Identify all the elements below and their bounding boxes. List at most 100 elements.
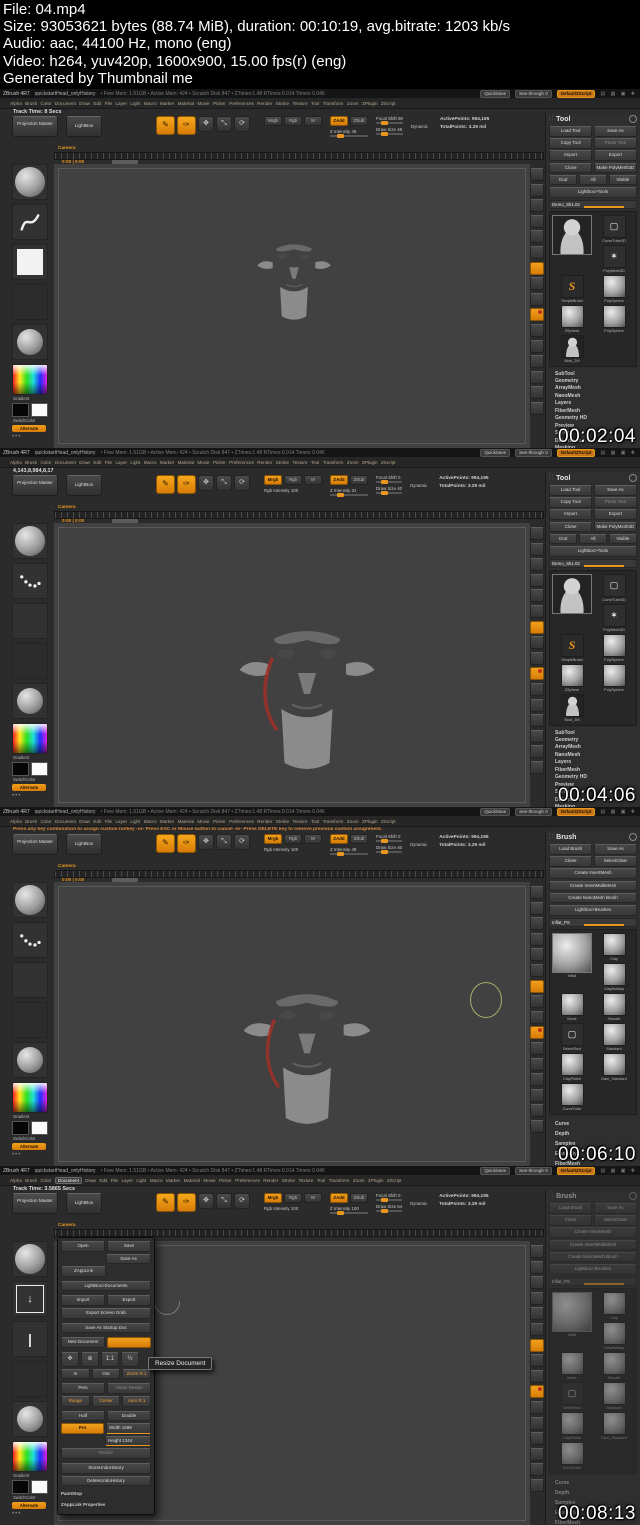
scale-icon[interactable] — [530, 401, 544, 415]
range-button[interactable]: Range — [61, 1395, 90, 1407]
transp-icon[interactable] — [530, 1400, 544, 1414]
lightbox-brushes-button[interactable]: Lightbox>Brushes — [549, 1263, 637, 1275]
zsub-button[interactable]: ZSub — [350, 1193, 368, 1203]
focal-shift-slider[interactable]: Focal Shift 0 — [376, 1193, 402, 1198]
copy-tool-button[interactable]: Copy Tool — [549, 138, 593, 149]
create-nanomesh-brush-button[interactable]: Create NanoMesh Brush — [549, 1251, 637, 1263]
current-stroke-thumbnail[interactable]: ↓ — [12, 1281, 48, 1317]
xpose-icon[interactable] — [530, 714, 544, 728]
make-polymesh3d-button[interactable]: Make PolyMesh3D — [593, 521, 637, 533]
lightbox-button[interactable]: LightBox — [66, 834, 102, 855]
save-as-button[interactable]: Save As — [593, 844, 637, 855]
brush-item-smooth[interactable]: Smooth — [594, 1351, 634, 1380]
floor-icon[interactable] — [530, 261, 544, 275]
document-menu-item[interactable] — [108, 1266, 151, 1275]
clone-button[interactable]: Clone — [549, 162, 593, 174]
default-zscript-button[interactable]: DefaultZScript — [556, 448, 596, 457]
zsub-button[interactable]: ZSub — [350, 834, 368, 844]
palette-menu-icon[interactable] — [629, 1192, 637, 1200]
xpose-icon[interactable] — [530, 1432, 544, 1446]
menu-item[interactable]: Material — [178, 101, 194, 106]
current-stroke-thumbnail[interactable] — [12, 922, 48, 958]
pro-toggle[interactable]: Pro — [61, 1423, 104, 1434]
dynamic-toggle[interactable]: Dynamic — [410, 842, 427, 847]
menu-item[interactable]: Alpha — [10, 101, 22, 106]
paintstop-menu-item[interactable]: PaintStop — [61, 1490, 151, 1499]
tool-item-polysphere2[interactable]: PolySphere — [594, 663, 634, 692]
zapplink-properties-menu-item[interactable]: ZAppLink Properties — [61, 1501, 151, 1510]
solo-icon[interactable] — [530, 667, 544, 681]
move-button[interactable]: ✥ — [198, 475, 214, 491]
create-insertmesh-button[interactable]: Create InsertMesh — [549, 1227, 637, 1238]
current-texture-thumbnail[interactable] — [12, 1002, 48, 1038]
load-brush-button[interactable]: Load Brush — [549, 1203, 593, 1214]
menu-item[interactable]: ZPlugin — [362, 101, 378, 106]
menu-item[interactable]: Material — [184, 1178, 200, 1183]
draw-size-track[interactable] — [376, 132, 403, 136]
pers-button[interactable]: Pers — [61, 1383, 105, 1394]
lightbox-button[interactable]: LightBox — [66, 116, 102, 137]
focal-shift-track[interactable] — [376, 121, 403, 125]
tool-item-bust2[interactable]: Bust_2M — [552, 693, 592, 722]
tool-subpalette-header[interactable]: Layers — [549, 759, 637, 766]
tool-item-bust2[interactable]: Bust_2M — [552, 334, 592, 363]
actual-icon[interactable] — [530, 214, 544, 228]
move-icon[interactable] — [530, 1104, 544, 1118]
menu-item[interactable]: Material — [178, 460, 194, 465]
titlebar-window-icons[interactable]: ▤ ▦ ▣ ✚ — [600, 1168, 637, 1174]
draw-size-track[interactable] — [376, 1209, 403, 1213]
dynamic-toggle[interactable]: Dynamic — [411, 124, 428, 129]
menu-item[interactable]: Marker — [166, 1178, 180, 1183]
menu-item[interactable]: Zoom — [353, 1178, 365, 1183]
move-icon[interactable] — [530, 745, 544, 759]
persp-icon[interactable] — [530, 1322, 544, 1336]
dynamic-toggle[interactable]: Dynamic — [410, 483, 427, 488]
m-button[interactable]: M — [304, 834, 322, 844]
brush-item-standard[interactable]: Standard — [594, 1022, 634, 1051]
palette-menu-icon[interactable] — [629, 115, 637, 123]
brush-item-clay[interactable]: Clay — [594, 1291, 634, 1320]
draw-size-slider[interactable]: Draw Size 40 — [376, 486, 402, 491]
menu-item[interactable]: Edit — [93, 819, 101, 824]
frame-icon[interactable] — [530, 1088, 544, 1102]
scale-button[interactable]: ⤡ — [216, 1193, 232, 1209]
zsub-button[interactable]: ZSub — [350, 116, 368, 126]
current-stroke-thumbnail[interactable] — [12, 563, 48, 599]
auto-r1-button[interactable]: Auto R.1 — [122, 1395, 152, 1407]
menu-item[interactable]: Alpha — [10, 819, 22, 824]
draw-size-track[interactable] — [376, 491, 403, 495]
projection-master-button[interactable]: Projection Master — [12, 475, 58, 496]
menu-item[interactable]: File — [105, 101, 112, 106]
draw-size-track[interactable] — [376, 850, 403, 854]
save-as-button[interactable]: Save As — [593, 1203, 637, 1214]
rgb-button[interactable]: Rgb — [284, 834, 302, 844]
menu-item[interactable]: Stroke — [276, 460, 289, 465]
make-polymesh3d-button[interactable]: Make PolyMesh3D — [593, 162, 637, 174]
focal-shift-slider[interactable]: Focal Shift 98 — [376, 116, 403, 121]
doc-open-button[interactable]: Open — [61, 1241, 105, 1252]
menu-item[interactable]: Movie — [203, 1178, 215, 1183]
quicksave-button[interactable]: QuickSave — [480, 89, 511, 98]
secondary-color-swatch[interactable] — [31, 1480, 48, 1494]
create-nanomesh-brush-button[interactable]: Create NanoMesh Brush — [549, 892, 637, 904]
brush-item-clay[interactable]: Clay — [594, 932, 634, 961]
menu-item[interactable]: Edit — [99, 1178, 107, 1183]
menu-item[interactable]: Preferences — [235, 1178, 260, 1183]
menu-item[interactable]: Material — [178, 819, 194, 824]
draw-size-slider[interactable]: Draw Size 64 — [376, 1204, 402, 1209]
edit-button[interactable]: ✎ — [156, 1193, 175, 1212]
transp-icon[interactable] — [530, 1041, 544, 1055]
dynamic-toggle[interactable]: Dynamic — [410, 1201, 427, 1206]
local-icon[interactable] — [530, 636, 544, 650]
z-intensity-slider[interactable]: Z Intensity 48 — [330, 847, 368, 852]
document-menu-item[interactable] — [61, 1436, 103, 1445]
brush-item-inflat-selected[interactable]: Inflat — [552, 1291, 592, 1350]
mrgb-button[interactable]: Mrgb — [264, 1193, 282, 1203]
aahalf-icon[interactable] — [530, 230, 544, 244]
ghost-icon[interactable] — [530, 1057, 544, 1071]
tool-subpalette-header[interactable]: SubTool — [549, 730, 637, 737]
titlebar-window-icons[interactable]: ▤ ▦ ▣ ✚ — [600, 91, 637, 97]
quicksave-button[interactable]: QuickSave — [480, 448, 511, 457]
menu-item[interactable]: Layer — [115, 460, 127, 465]
menu-item[interactable]: Preferences — [229, 101, 254, 106]
